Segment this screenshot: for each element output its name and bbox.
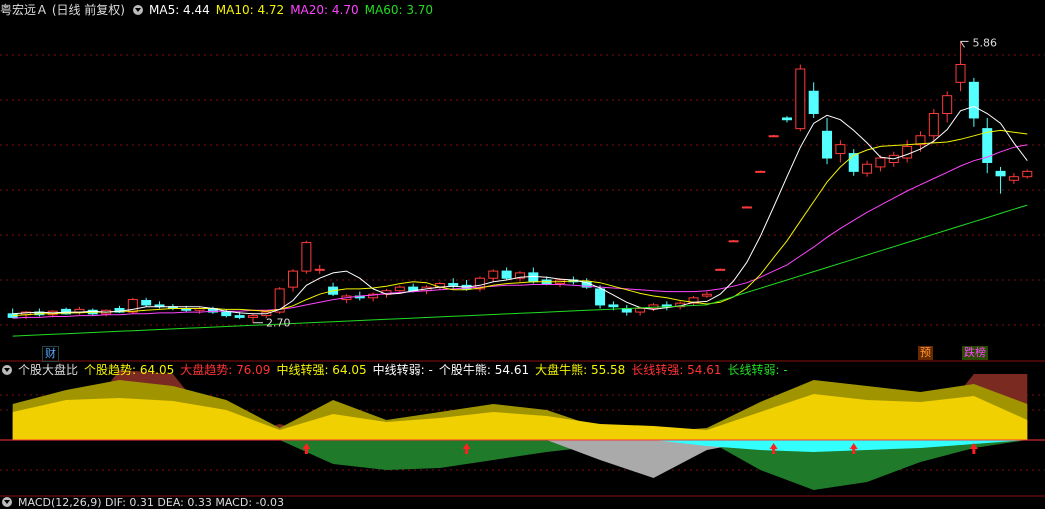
candle-body (314, 268, 325, 271)
stock-trend-area (12, 394, 1028, 440)
candle-body (862, 163, 873, 174)
ma10-label: MA10: 4.72 (215, 3, 285, 17)
low-label: 2.70 (266, 317, 291, 330)
candle-body (1022, 170, 1033, 178)
candle-body (768, 135, 779, 138)
candle-body (501, 270, 512, 279)
ma5-label: MA5: 4.44 (149, 3, 210, 17)
candle-body (848, 153, 859, 172)
candle-body (955, 64, 966, 83)
ma10-line (12, 129, 1028, 317)
ind-mid-weak: 中线转弱: - (372, 363, 433, 377)
candle-body (875, 157, 886, 168)
candle-body (448, 283, 459, 286)
candle-body (781, 117, 792, 121)
candle-body (608, 304, 619, 308)
high-label: 5.86 (973, 36, 998, 49)
high-marker (960, 40, 969, 48)
ma20-line (12, 144, 1028, 319)
candle-body (808, 90, 819, 114)
candle-body (928, 112, 939, 137)
drop-list-tag[interactable]: 跌榜 (962, 346, 988, 360)
ind-mid-strong: 中线转强: 64.05 (276, 363, 367, 377)
ind-market-bull: 大盘牛熊: 55.58 (535, 363, 626, 377)
chevron-down-icon[interactable] (2, 497, 12, 507)
forecast-tag[interactable]: 预 (918, 346, 933, 360)
candle-body (288, 270, 299, 288)
stock-title: 粤宏远Ａ (日线 前复权) (0, 3, 125, 17)
macd-header: MACD(12,26,9) DIF: 0.31 DEA: 0.33 MACD: … (0, 496, 290, 509)
ind-long-strong: 长线转强: 54.61 (631, 363, 722, 377)
ind-stock-trend: 个股趋势: 64.05 (84, 363, 175, 377)
candle-body (247, 315, 258, 318)
candle-body (728, 240, 739, 243)
candle-body (715, 268, 726, 271)
candle-body (394, 286, 405, 292)
candle-body (755, 170, 766, 173)
indicator-name: 个股大盘比 (18, 363, 79, 377)
ind-long-weak: 长线转弱: - (727, 363, 788, 377)
candle-body (995, 170, 1006, 177)
indicator-header: 个股大盘比 个股趋势: 64.05 大盘趋势: 76.09 中线转强: 64.05 中线… (0, 360, 794, 380)
candle-body (595, 288, 606, 306)
candle-body (528, 272, 539, 283)
finance-tag[interactable]: 财 (42, 346, 59, 362)
candle-body (822, 130, 833, 159)
candle-body (968, 81, 979, 119)
candle-body (701, 293, 712, 297)
ma60-label: MA60: 3.70 (364, 3, 434, 17)
candle-body (141, 299, 152, 306)
ind-market-trend: 大盘趋势: 76.09 (180, 363, 271, 377)
candle-body (835, 144, 846, 155)
chevron-down-icon[interactable] (2, 365, 12, 375)
candle-body (488, 270, 499, 279)
ma60-line (12, 204, 1028, 337)
candle-body (635, 307, 646, 313)
candle-body (301, 242, 312, 272)
chevron-down-icon[interactable] (133, 5, 143, 15)
candle-body (221, 311, 232, 317)
candle-body (1008, 176, 1019, 181)
candlestick-chart: 5.86 2.70 (0, 36, 1045, 497)
candle-body (902, 145, 913, 159)
candle-body (741, 206, 752, 209)
candle-body (234, 315, 245, 318)
main-chart-header: 粤宏远Ａ (日线 前复权) MA5: 4.44 MA10: 4.72 MA20: 4.… (0, 0, 439, 20)
ind-stock-bull: 个股牛熊: 54.61 (438, 363, 530, 377)
ma20-label: MA20: 4.70 (290, 3, 359, 17)
candle-body (942, 95, 953, 114)
macd-values: MACD(12,26,9) DIF: 0.31 DEA: 0.33 MACD: … (18, 496, 284, 509)
candle-body (795, 68, 806, 130)
